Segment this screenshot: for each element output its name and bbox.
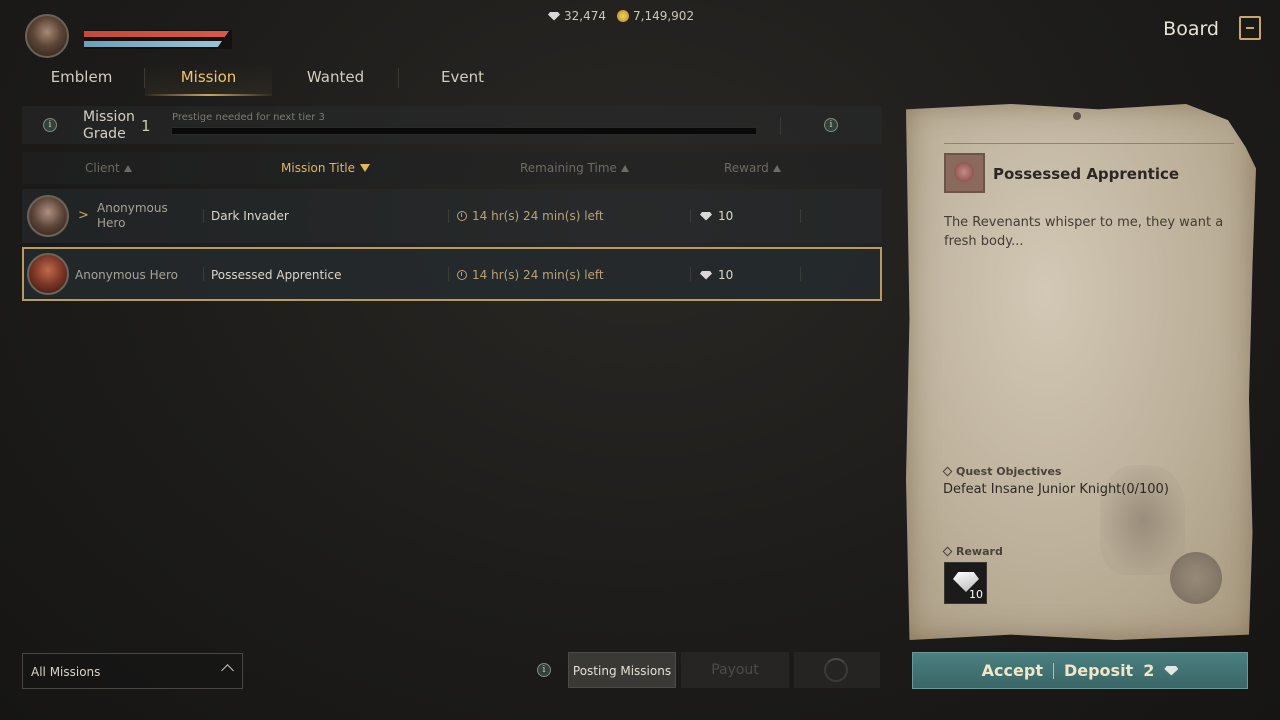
prestige-progress-bar (171, 127, 757, 135)
chevron-up-icon (221, 664, 234, 677)
deposit-amount: 2 (1143, 661, 1155, 680)
remaining-time: 14 hr(s) 24 min(s) left (457, 209, 604, 223)
table-row-selected[interactable]: Anonymous Hero Possessed Apprentice 14 h… (22, 247, 882, 301)
sort-reward[interactable]: Reward (724, 161, 781, 175)
gem-icon (548, 11, 560, 21)
refresh-icon (824, 658, 848, 682)
board-title: Board (1163, 18, 1219, 40)
quest-description: The Revenants whisper to me, they want a… (944, 215, 1224, 249)
chevron-right-icon: > (78, 208, 89, 223)
client-avatar (27, 195, 69, 237)
divider (780, 117, 781, 135)
tab-bar: Emblem Mission Wanted Event (18, 62, 526, 98)
client-name: Anonymous Hero (75, 268, 178, 282)
mana-bar (84, 41, 222, 47)
clock-icon (457, 211, 467, 221)
sort-asc-icon (620, 165, 629, 172)
diamond-bullet-icon (942, 546, 953, 557)
gem-icon (700, 211, 712, 221)
header-time-label: Remaining Time (520, 161, 617, 175)
mission-grade-bar (22, 106, 882, 144)
gold-currency: 7,149,902 (617, 9, 694, 23)
sort-asc-icon (123, 165, 132, 172)
tab-event[interactable]: Event (399, 62, 526, 96)
cell-divider (448, 267, 449, 281)
divider (1052, 662, 1054, 679)
quest-objective: Defeat Insane Junior Knight(0/100) (943, 482, 1169, 497)
mission-grade-label: Mission Grade (83, 109, 135, 142)
cell-divider (690, 209, 691, 223)
mission-title: Possessed Apprentice (211, 268, 342, 282)
tab-mission[interactable]: Mission (145, 62, 272, 96)
tab-wanted[interactable]: Wanted (272, 62, 399, 96)
sort-client[interactable]: Client (85, 161, 132, 175)
cell-divider (800, 209, 801, 223)
sort-remaining-time[interactable]: Remaining Time (520, 161, 629, 175)
gem-icon (700, 270, 712, 280)
header-client-label: Client (85, 161, 120, 175)
payout-button[interactable]: Payout (681, 652, 789, 688)
gem-icon (1164, 665, 1179, 676)
reward-item-slot[interactable]: 10 (944, 562, 987, 604)
mission-filter-dropdown[interactable]: All Missions (22, 653, 243, 689)
remaining-time-text: 14 hr(s) 24 min(s) left (472, 209, 604, 223)
table-row[interactable]: > Anonymous Hero Dark Invader 14 hr(s) 2… (22, 189, 882, 243)
clock-icon (457, 270, 467, 280)
posting-missions-button[interactable]: Posting Missions (568, 652, 676, 688)
sort-mission-title[interactable]: Mission Title (281, 161, 371, 175)
reward-quantity: 10 (969, 588, 983, 601)
health-bar (84, 31, 229, 37)
mission-title: Dark Invader (211, 209, 289, 223)
reward: 10 (700, 209, 733, 223)
refresh-button[interactable] (794, 652, 880, 688)
remaining-time: 14 hr(s) 24 min(s) left (457, 268, 604, 282)
gem-currency: 32,474 (548, 9, 606, 23)
cell-divider (800, 267, 801, 281)
reward-heading: Reward (942, 545, 1003, 558)
header-title-label: Mission Title (281, 161, 356, 175)
mission-grade-value: 1 (141, 117, 151, 135)
reward-amount: 10 (718, 268, 734, 282)
deposit-label: Deposit (1063, 661, 1134, 680)
prestige-info-icon[interactable]: i (824, 118, 838, 132)
parchment-divider (944, 143, 1234, 144)
exit-board-icon[interactable] (1239, 16, 1261, 40)
quest-portrait-icon (944, 153, 985, 193)
info-icon[interactable]: i (43, 118, 57, 132)
sort-asc-icon (772, 165, 781, 172)
cell-divider (203, 267, 204, 281)
remaining-time-text: 14 hr(s) 24 min(s) left (472, 268, 604, 282)
reward-amount: 10 (718, 209, 734, 223)
cell-divider (203, 209, 204, 223)
cell-divider (448, 209, 449, 223)
posting-info-icon[interactable]: i (537, 663, 551, 677)
accept-button[interactable]: Accept (982, 661, 1043, 680)
accept-deposit-bar[interactable]: Accept Deposit 2 (912, 652, 1248, 689)
gold-coin-icon (617, 10, 629, 22)
objectives-heading: Quest Objectives (942, 465, 1062, 478)
wax-seal-icon (1170, 552, 1222, 604)
diamond-bullet-icon (942, 466, 953, 477)
pin-icon (1073, 112, 1081, 120)
gem-amount: 32,474 (564, 9, 606, 23)
header-reward-label: Reward (724, 161, 769, 175)
objectives-label: Quest Objectives (956, 465, 1062, 478)
quest-name: Possessed Apprentice (993, 165, 1180, 183)
reward-label: Reward (956, 545, 1003, 558)
client-avatar (27, 253, 69, 295)
cell-divider (690, 267, 691, 281)
gold-amount: 7,149,902 (633, 9, 695, 23)
sort-desc-icon (360, 164, 371, 172)
client-name: Anonymous Hero (97, 201, 168, 230)
mission-table-header: Client Mission Title Remaining Time Rewa… (22, 152, 882, 184)
prestige-label: Prestige needed for next tier 3 (172, 112, 325, 123)
player-avatar[interactable] (25, 14, 69, 58)
tab-emblem[interactable]: Emblem (18, 62, 145, 96)
reward: 10 (700, 268, 733, 282)
mission-filter-value: All Missions (31, 665, 101, 679)
